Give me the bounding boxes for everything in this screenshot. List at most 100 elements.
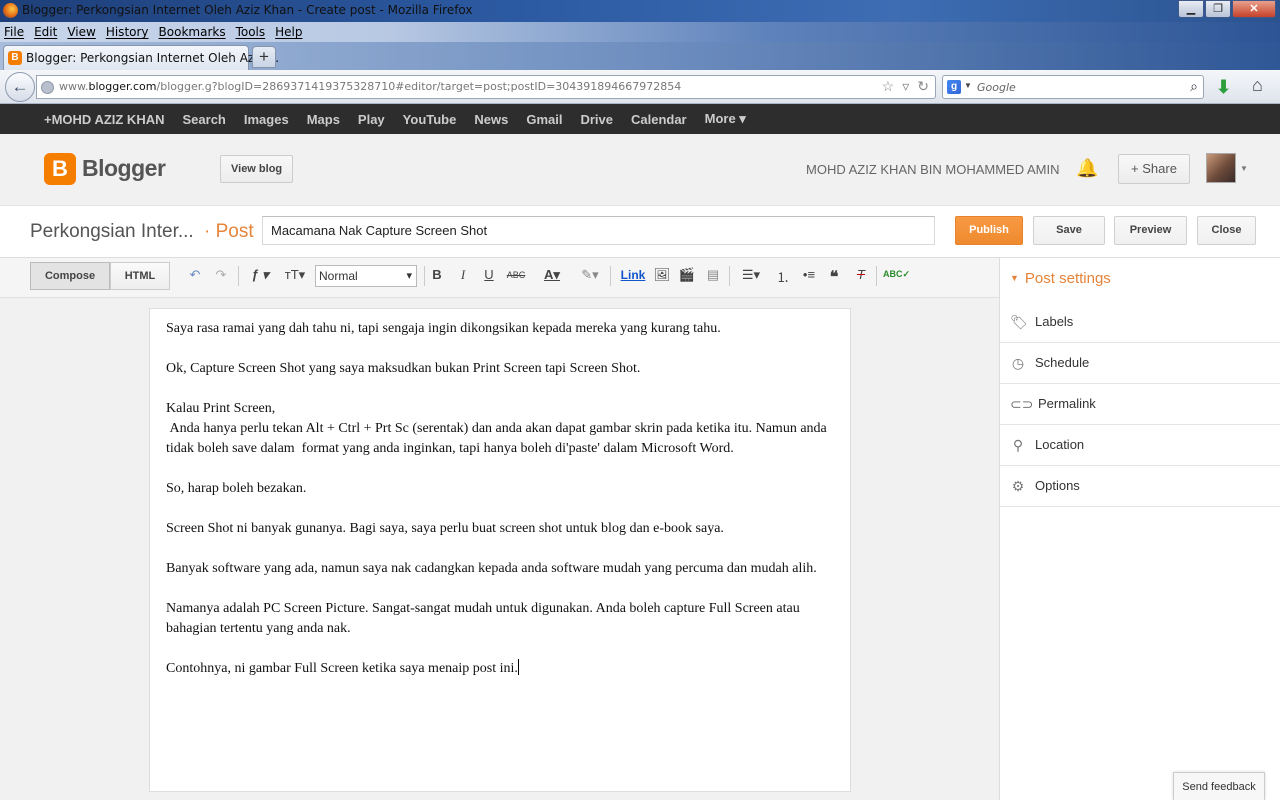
blog-name[interactable]: Perkongsian Inter...	[30, 221, 194, 243]
insert-image-icon[interactable]: 🖼	[652, 267, 672, 283]
sidebar-item-labels[interactable]: 🏷 Labels	[1000, 302, 1280, 343]
toolbar-divider	[424, 266, 425, 286]
sidebar-item-location[interactable]: ⚲ Location	[1000, 425, 1280, 466]
search-icon[interactable]: ⌕	[1190, 78, 1198, 95]
bold-icon[interactable]: B	[427, 267, 447, 282]
post-paragraph: So, harap boleh bezakan.	[166, 481, 307, 496]
minimize-button[interactable]: ▁	[1178, 0, 1204, 18]
editor-toolbar: Compose HTML ↶ ↷ ƒ ▾ ᴛT▾ Normal B I U AB…	[0, 258, 999, 298]
history-dropdown-icon[interactable]: ▿	[902, 78, 909, 95]
gbar-play[interactable]: Play	[358, 112, 385, 127]
menu-help[interactable]: Help	[275, 25, 302, 39]
reload-icon[interactable]: ↻	[917, 78, 929, 95]
text-color-icon[interactable]: A▾	[538, 267, 566, 283]
menu-file[interactable]: File	[4, 25, 24, 39]
engine-dropdown-icon[interactable]: ▼	[964, 81, 972, 90]
remove-formatting-icon[interactable]: T	[851, 267, 871, 282]
url-prefix: www.	[59, 80, 89, 93]
gbar-gmail[interactable]: Gmail	[526, 112, 562, 127]
toolbar-divider	[729, 266, 730, 286]
font-size-icon[interactable]: ᴛT▾	[280, 267, 310, 283]
back-button[interactable]: ←	[5, 72, 35, 102]
gbar-maps[interactable]: Maps	[307, 112, 340, 127]
close-button[interactable]: Close	[1197, 216, 1256, 245]
save-button[interactable]: Save	[1033, 216, 1105, 245]
site-identity-icon[interactable]	[41, 81, 54, 94]
gbar-calendar[interactable]: Calendar	[631, 112, 687, 127]
window-title: Blogger: Perkongsian Internet Oleh Aziz …	[22, 3, 473, 17]
italic-icon[interactable]: I	[453, 267, 473, 283]
share-button[interactable]: + Share	[1118, 154, 1190, 184]
url-domain: blogger.com	[88, 80, 157, 93]
strikethrough-icon[interactable]: ABC	[506, 270, 526, 280]
gbar-news[interactable]: News	[474, 112, 508, 127]
gbar-drive[interactable]: Drive	[580, 112, 613, 127]
underline-icon[interactable]: U	[479, 267, 499, 282]
account-dropdown-icon[interactable]: ▼	[1240, 164, 1248, 173]
post-settings-sidebar: ▼ Post settings 🏷 Labels ◷ Schedule ⊂⊃ Pe…	[999, 258, 1280, 800]
post-paragraph: Saya rasa ramai yang dah tahu ni, tapi s…	[166, 321, 721, 336]
publish-button[interactable]: Publish	[955, 216, 1023, 245]
spellcheck-icon[interactable]: ABC✓	[883, 269, 910, 280]
html-mode-button[interactable]: HTML	[110, 262, 170, 290]
menu-tools[interactable]: Tools	[236, 25, 266, 39]
tab-blogger[interactable]: B Blogger: Perkongsian Internet Oleh Azi…	[3, 45, 279, 70]
sidebar-item-options[interactable]: ⚙ Options	[1000, 466, 1280, 507]
sidebar-item-permalink[interactable]: ⊂⊃ Permalink	[1000, 384, 1280, 425]
blogger-wordmark[interactable]: Blogger	[82, 155, 166, 182]
alignment-icon[interactable]: ☰▾	[737, 267, 765, 283]
url-bar[interactable]: www.blogger.com/blogger.g?blogID=2869371…	[36, 75, 936, 99]
sidebar-item-schedule[interactable]: ◷ Schedule	[1000, 343, 1280, 384]
maximize-button[interactable]: ❐	[1205, 0, 1231, 18]
compose-mode-button[interactable]: Compose	[30, 262, 110, 290]
bulleted-list-icon[interactable]: •≡	[799, 267, 819, 282]
insert-video-icon[interactable]: 🎬	[677, 267, 697, 283]
search-bar[interactable]: g ▼ Google ⌕	[942, 75, 1204, 99]
notification-bell-icon[interactable]: 🔔	[1076, 158, 1098, 179]
avatar[interactable]	[1206, 153, 1236, 183]
post-label: · Post	[204, 221, 254, 242]
view-blog-button[interactable]: View blog	[220, 155, 294, 183]
gbar-more[interactable]: More ▾	[705, 111, 746, 127]
link-label: Link	[620, 268, 646, 282]
menu-history[interactable]: History	[106, 25, 149, 39]
preview-button[interactable]: Preview	[1114, 216, 1187, 245]
plus-icon: +	[1131, 161, 1143, 176]
undo-icon[interactable]: ↶	[185, 267, 205, 283]
home-icon[interactable]: ⌂	[1252, 75, 1263, 96]
highlight-color-icon[interactable]: ✎▾	[576, 267, 604, 283]
bookmark-star-icon[interactable]: ☆	[882, 78, 895, 95]
url-text[interactable]: www.blogger.com/blogger.g?blogID=2869371…	[59, 80, 681, 93]
gbar-profile-link[interactable]: +MOHD AZIZ KHAN	[44, 112, 165, 127]
link-chain-icon: ⊂⊃	[1010, 396, 1034, 412]
paragraph-format-select[interactable]: Normal	[315, 265, 417, 287]
close-window-button[interactable]: ✕	[1232, 0, 1276, 18]
download-arrow-icon[interactable]: ⬇	[1216, 77, 1231, 98]
menu-bookmarks[interactable]: Bookmarks	[159, 25, 226, 39]
tag-icon: 🏷	[1010, 314, 1028, 330]
quote-icon[interactable]: ❝	[824, 267, 844, 287]
sidebar-item-label: Location	[1035, 437, 1085, 452]
gbar-images[interactable]: Images	[244, 112, 289, 127]
gbar-search[interactable]: Search	[183, 112, 226, 127]
link-button[interactable]: Link	[620, 267, 646, 282]
blogger-header: Blogger View blog MOHD AZIZ KHAN BIN MOH…	[0, 134, 1280, 206]
insert-jump-break-icon[interactable]: ▤	[703, 267, 723, 283]
new-tab-button[interactable]: +	[252, 46, 276, 68]
google-engine-icon[interactable]: g	[947, 80, 961, 94]
account-name[interactable]: MOHD AZIZ KHAN BIN MOHAMMED AMIN	[806, 162, 1060, 177]
post-body-editor[interactable]: Saya rasa ramai yang dah tahu ni, tapi s…	[149, 308, 851, 792]
blogger-favicon-icon: B	[8, 51, 22, 65]
menu-view[interactable]: View	[67, 25, 95, 39]
search-input[interactable]: Google	[977, 81, 1016, 94]
post-settings-heading[interactable]: ▼ Post settings	[1010, 270, 1111, 287]
font-family-icon[interactable]: ƒ ▾	[246, 267, 274, 283]
text-cursor	[517, 659, 519, 675]
send-feedback-button[interactable]: Send feedback	[1173, 772, 1265, 800]
menu-edit[interactable]: Edit	[34, 25, 57, 39]
post-title-input[interactable]	[262, 216, 935, 245]
numbered-list-icon[interactable]: ⒈	[773, 267, 793, 286]
gbar-youtube[interactable]: YouTube	[403, 112, 457, 127]
blogger-logo-icon[interactable]	[44, 153, 76, 185]
redo-icon[interactable]: ↷	[211, 267, 231, 283]
